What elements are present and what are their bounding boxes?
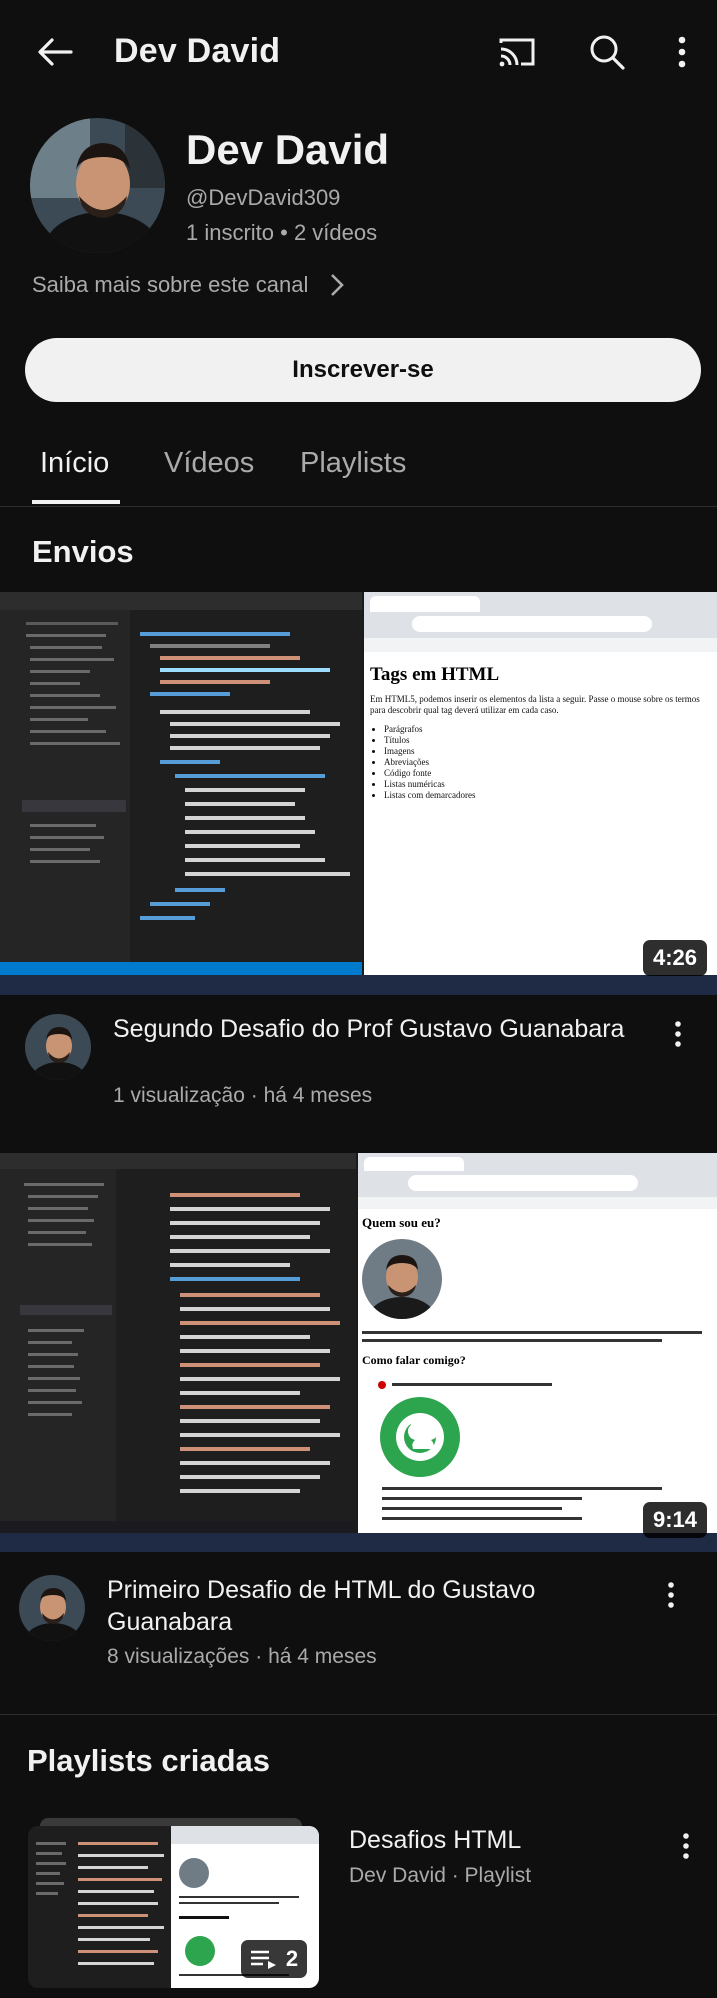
tab-inicio[interactable]: Início — [40, 447, 109, 480]
video-thumbnail[interactable]: Quem sou eu? Como falar comigo? 9:14 — [0, 1153, 717, 1552]
more-vert-icon[interactable] — [662, 30, 702, 74]
thumb-editor — [0, 1153, 356, 1533]
thumb-browser: Quem sou eu? Como falar comigo? — [358, 1153, 717, 1533]
more-vert-icon[interactable] — [659, 1577, 683, 1613]
cast-icon[interactable] — [494, 30, 540, 74]
playlist-icon — [250, 1950, 276, 1969]
video-thumbnail[interactable]: Tags em HTML Em HTML5, podemos inserir o… — [0, 592, 717, 995]
search-icon[interactable] — [584, 30, 630, 74]
tab-playlists[interactable]: Playlists — [300, 447, 406, 480]
github-logo-icon — [380, 1397, 460, 1477]
thumb-list-item: Listas com demarcadores — [384, 790, 475, 801]
channel-avatar[interactable] — [30, 118, 165, 253]
active-tab-indicator — [32, 500, 120, 504]
thumb-heading: Quem sou eu? — [362, 1215, 441, 1230]
playlist-stack-edge — [40, 1818, 302, 1826]
thumb-list-item: Código fonte — [384, 768, 475, 779]
channel-stats: 1 inscrito • 2 vídeos — [186, 220, 378, 245]
playlist-count: 2 — [285, 1946, 299, 1971]
video-channel-avatar[interactable] — [19, 1575, 85, 1641]
thumb-body: Em HTML5, podemos inserir os elementos d… — [370, 694, 700, 715]
playlists-heading: Playlists criadas — [27, 1743, 270, 1778]
thumb-list-item: Abreviações — [384, 757, 475, 768]
subscribe-label: Inscrever-se — [292, 356, 434, 383]
thumb-heading-2: Como falar comigo? — [362, 1353, 466, 1367]
chevron-right-icon — [331, 274, 345, 296]
channel-handle: @DevDavid309 — [186, 185, 341, 210]
about-channel-label: Saiba mais sobre este canal — [32, 272, 309, 297]
thumb-list-item: Parágrafos — [384, 724, 475, 735]
tabs-divider — [0, 506, 717, 507]
channel-name: Dev David — [186, 126, 390, 173]
thumb-editor — [0, 592, 362, 975]
header-title: Dev David — [114, 32, 281, 70]
thumb-taskbar — [0, 975, 717, 995]
video-title[interactable]: Primeiro Desafio de HTML do Gustavo Guan… — [107, 1574, 647, 1638]
playlist-meta: Dev David · Playlist — [349, 1864, 532, 1887]
video-duration: 9:14 — [642, 1502, 707, 1538]
top-app-bar: Dev David — [0, 0, 717, 104]
video-meta: 8 visualizações · há 4 meses — [107, 1645, 377, 1668]
video-duration: 4:26 — [642, 940, 707, 976]
more-vert-icon[interactable] — [666, 1016, 690, 1052]
more-vert-icon[interactable] — [674, 1828, 698, 1864]
back-arrow-icon[interactable] — [30, 30, 80, 74]
playlist-count-badge: 2 — [241, 1940, 307, 1978]
thumb-profile-photo — [362, 1239, 442, 1319]
thumb-taskbar — [0, 1533, 717, 1552]
tab-videos[interactable]: Vídeos — [164, 447, 254, 480]
about-channel-link[interactable]: Saiba mais sobre este canal — [32, 272, 345, 298]
thumb-list-item: Imagens — [384, 746, 475, 757]
thumb-list: Parágrafos Títulos Imagens Abreviações C… — [384, 724, 475, 801]
video-title[interactable]: Segundo Desafio do Prof Gustavo Guanabar… — [113, 1013, 653, 1045]
uploads-heading: Envios — [32, 534, 134, 569]
thumb-list-item: Listas numéricas — [384, 779, 475, 790]
thumb-list-item: Títulos — [384, 735, 475, 746]
thumb-heading: Tags em HTML — [370, 664, 500, 685]
section-divider — [0, 1714, 717, 1715]
playlist-thumbnail[interactable]: 2 — [28, 1826, 319, 1988]
video-channel-avatar[interactable] — [25, 1014, 91, 1080]
video-meta: 1 visualização · há 4 meses — [113, 1084, 373, 1107]
subscribe-button[interactable]: Inscrever-se — [25, 338, 701, 402]
thumb-browser: Tags em HTML Em HTML5, podemos inserir o… — [364, 592, 717, 975]
playlist-title[interactable]: Desafios HTML — [349, 1826, 521, 1855]
